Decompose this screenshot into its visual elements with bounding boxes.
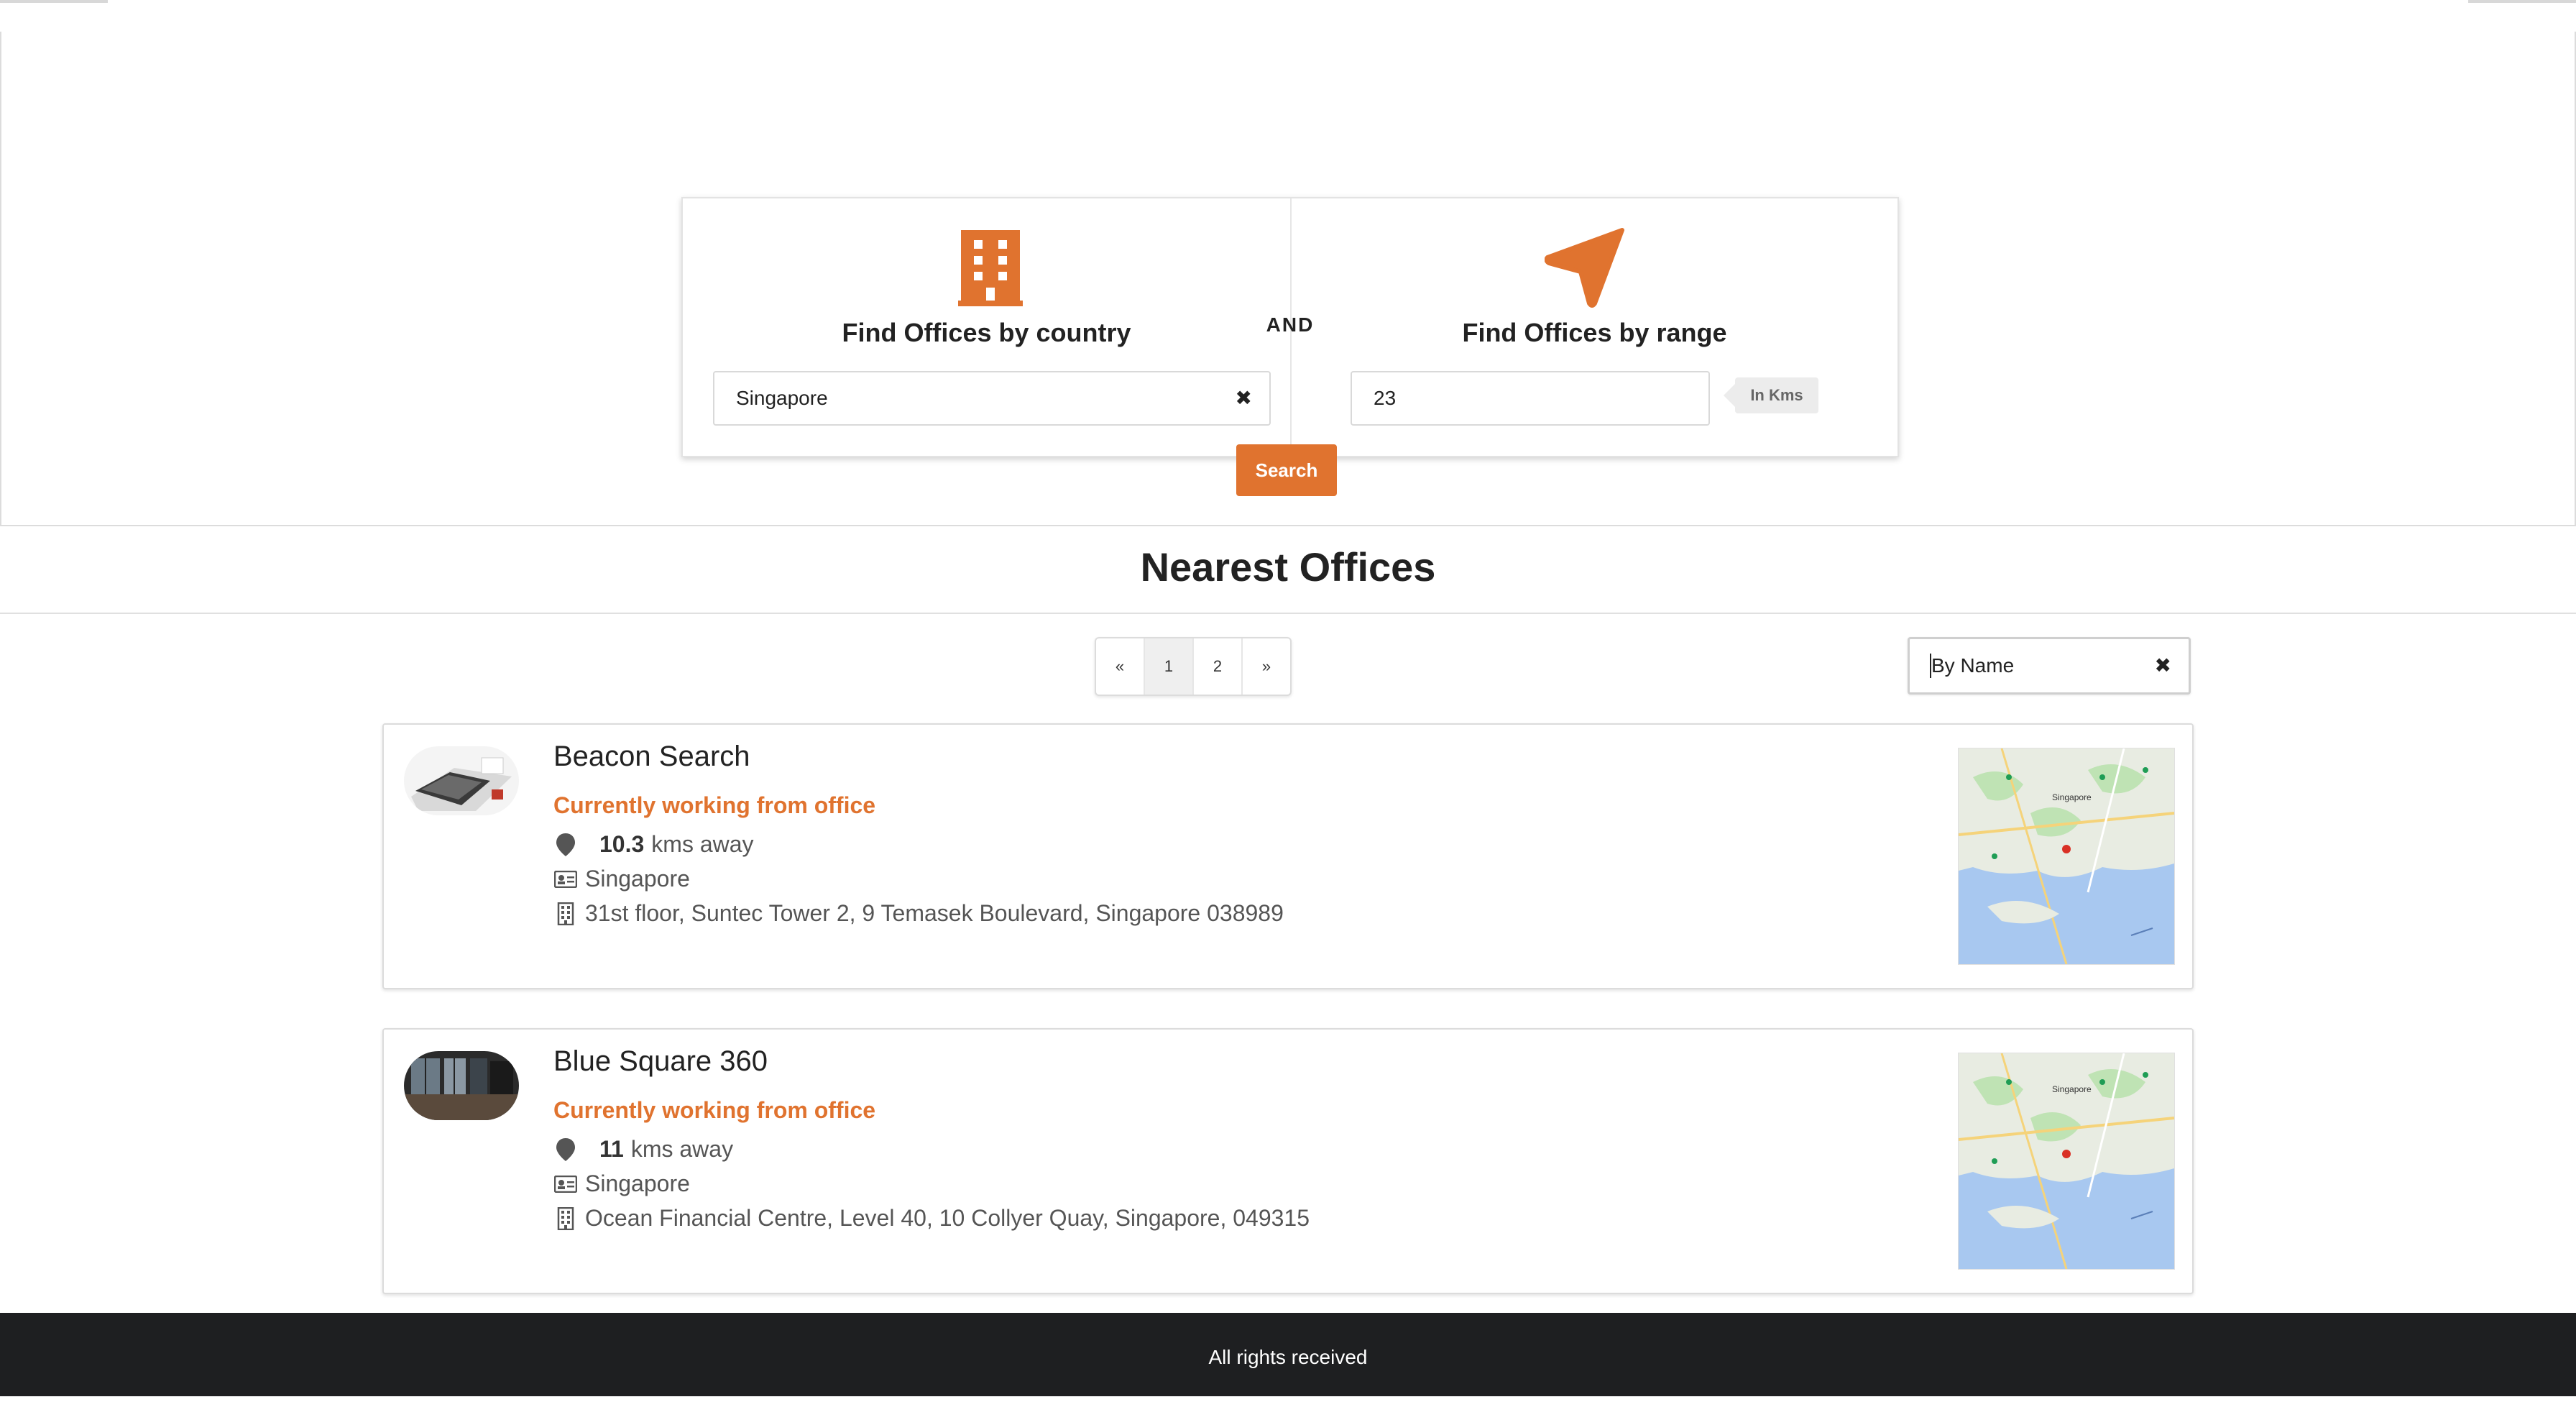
footer: All rights received (0, 1313, 2576, 1396)
office-country: Singapore (585, 1170, 690, 1196)
svg-text:Singapore: Singapore (2052, 1084, 2092, 1094)
office-address: 31st floor, Suntec Tower 2, 9 Temasek Bo… (585, 900, 1284, 926)
clear-sort-icon[interactable]: ✖ (2155, 639, 2171, 692)
country-select[interactable]: Singapore ✖ (713, 371, 1271, 426)
office-address: Ocean Financial Centre, Level 40, 10 Col… (585, 1205, 1310, 1231)
distance-value: 10.3 (599, 831, 645, 857)
search-button[interactable]: Search (1236, 444, 1337, 496)
building-icon (958, 230, 1023, 306)
map-pin-icon (553, 833, 578, 857)
office-map[interactable]: Singapore (1958, 1053, 2175, 1270)
pagination-page-1[interactable]: 1 (1145, 638, 1194, 695)
distance-value: 11 (599, 1136, 624, 1162)
country-select-value: Singapore (736, 387, 828, 409)
map-pin-icon (553, 1137, 578, 1162)
office-status: Currently working from office (553, 1097, 876, 1123)
country-finder: Find Offices by country Singapore ✖ (683, 198, 1290, 456)
office-card[interactable]: Blue Square 360 Currently working from o… (382, 1028, 2194, 1294)
building-outline-icon (553, 1206, 578, 1231)
pagination: « 1 2 » (1095, 637, 1292, 696)
address-row: 31st floor, Suntec Tower 2, 9 Temasek Bo… (553, 900, 1284, 927)
distance-suffix: kms away (630, 1136, 734, 1162)
range-input-value: 23 (1374, 387, 1397, 409)
office-photo (404, 746, 519, 815)
top-accent-bar (0, 0, 2576, 35)
office-status: Currently working from office (553, 792, 876, 818)
section-title: Nearest Offices (1140, 544, 1436, 590)
office-finder-card: Find Offices by country Singapore ✖ AND … (681, 197, 1899, 457)
distance-row: 10.3 kms away (553, 831, 754, 858)
id-card-icon (553, 867, 578, 892)
sort-select-value: By Name (1931, 654, 2015, 677)
building-outline-icon (553, 902, 578, 926)
office-photo (404, 1051, 519, 1120)
distance-suffix: kms away (651, 831, 754, 857)
country-row: Singapore (553, 1170, 690, 1197)
country-finder-title: Find Offices by country (842, 318, 1131, 347)
id-card-icon (553, 1172, 578, 1196)
range-input[interactable]: 23 (1351, 371, 1710, 426)
office-name[interactable]: Blue Square 360 (553, 1045, 768, 1078)
top-bar-shadow-left (0, 0, 108, 3)
unit-badge: In Kms (1724, 377, 1818, 413)
pagination-next[interactable]: » (1243, 638, 1290, 695)
footer-text: All rights received (1208, 1346, 1368, 1368)
section-divider (0, 613, 2576, 614)
svg-text:Singapore: Singapore (2052, 792, 2092, 802)
address-row: Ocean Financial Centre, Level 40, 10 Col… (553, 1205, 1310, 1232)
office-country: Singapore (585, 866, 690, 892)
pagination-prev[interactable]: « (1096, 638, 1145, 695)
range-finder-title: Find Offices by range (1462, 318, 1727, 347)
office-name[interactable]: Beacon Search (553, 741, 750, 773)
office-map[interactable]: Singapore (1958, 748, 2175, 965)
navigation-arrow-icon (1545, 228, 1624, 308)
top-bar-shadow-right (2468, 0, 2576, 3)
pagination-page-2[interactable]: 2 (1194, 638, 1243, 695)
sort-select[interactable]: By Name ✖ (1908, 637, 2191, 695)
office-card[interactable]: Beacon Search Currently working from off… (382, 723, 2194, 989)
clear-country-icon[interactable]: ✖ (1236, 372, 1252, 424)
country-row: Singapore (553, 866, 690, 892)
distance-row: 11 kms away (553, 1136, 733, 1163)
search-section: Find Offices by country Singapore ✖ AND … (0, 32, 2576, 526)
range-finder: Find Offices by range 23 In Kms (1292, 198, 1898, 456)
